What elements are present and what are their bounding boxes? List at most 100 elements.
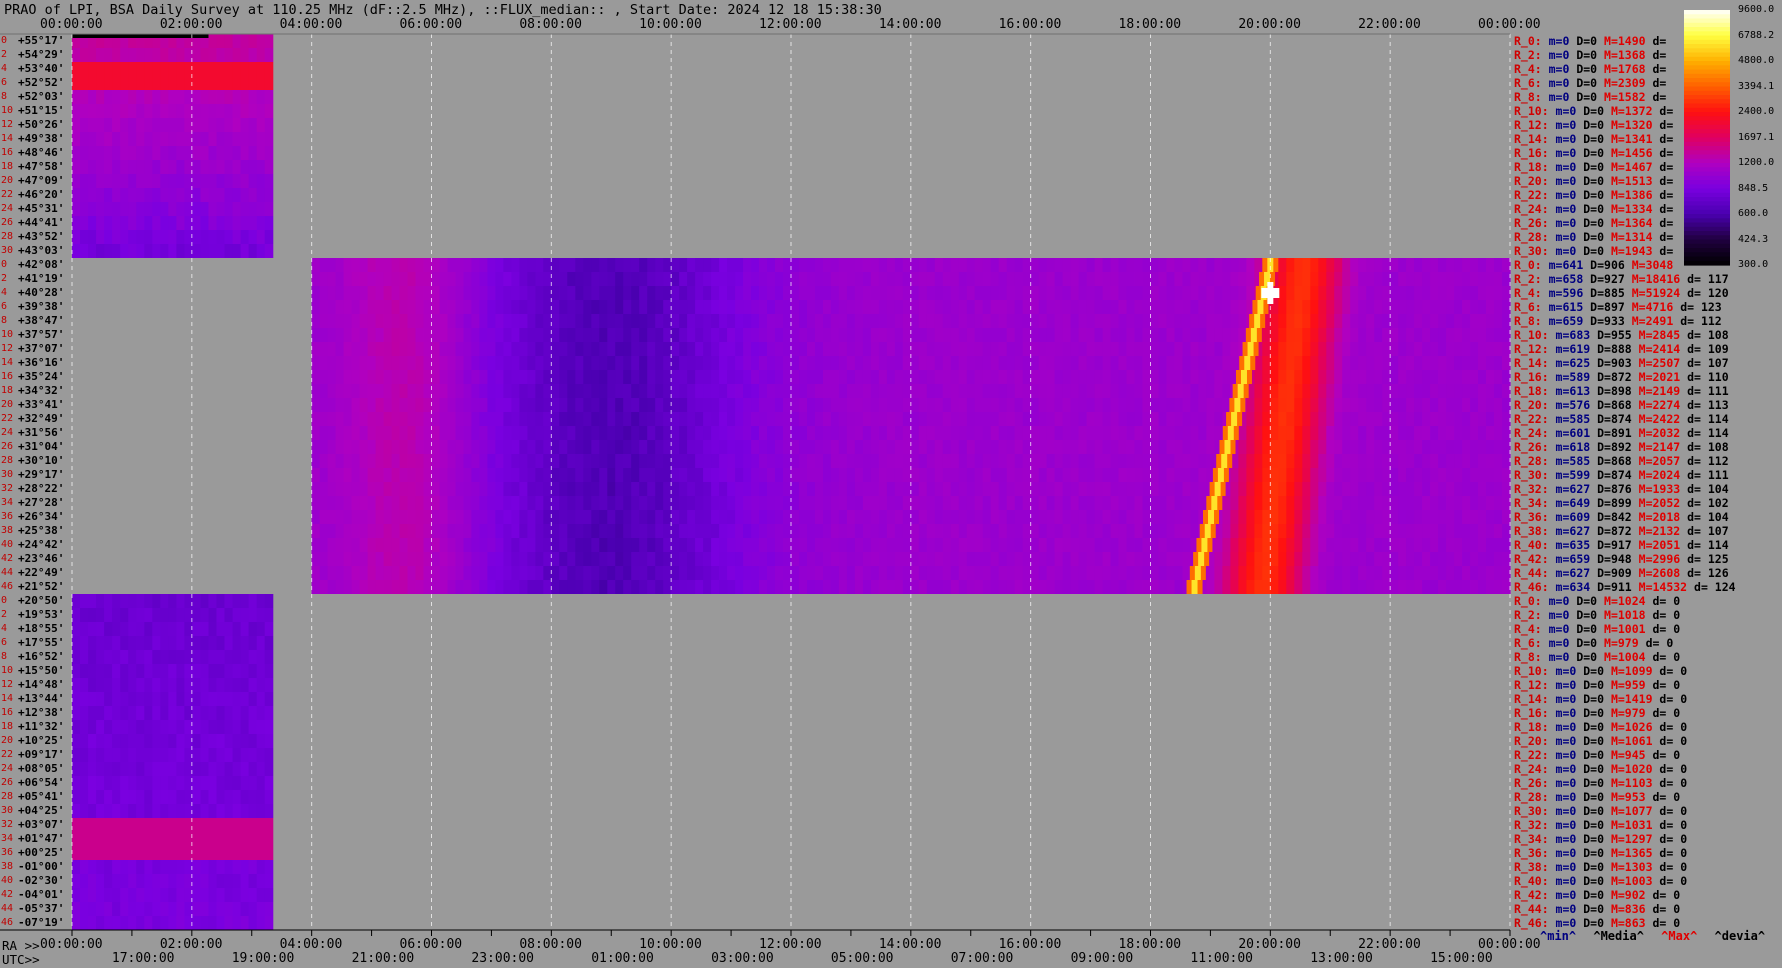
heatmap-cell xyxy=(815,370,824,384)
heatmap-cell xyxy=(615,258,624,272)
heatmap-cell xyxy=(168,76,177,90)
heatmap-cell xyxy=(216,132,226,146)
row-index-label: 4 xyxy=(1,63,8,74)
heatmap-cell xyxy=(958,328,968,342)
heatmap-cell xyxy=(1462,384,1471,398)
heatmap-cell xyxy=(559,440,568,454)
heatmap-cell xyxy=(168,818,177,832)
heatmap-cell xyxy=(1382,496,1391,510)
heatmap-cell xyxy=(120,776,129,790)
transit-core xyxy=(1240,370,1247,384)
heatmap-cell xyxy=(120,804,129,818)
heatmap-cell xyxy=(1278,328,1287,342)
heatmap-cell xyxy=(415,370,425,384)
heatmap-cell xyxy=(224,748,234,762)
heatmap-cell xyxy=(743,510,752,524)
heatmap-cell xyxy=(343,286,353,300)
heatmap-cell xyxy=(711,258,720,272)
heatmap-cell xyxy=(455,482,465,496)
heatmap-cell xyxy=(1446,412,1455,426)
heatmap-cell xyxy=(934,300,944,314)
heatmap-cell xyxy=(1318,314,1327,328)
heatmap-cell xyxy=(1382,272,1391,286)
heatmap-cell xyxy=(966,328,976,342)
stat-row-key: R_14: xyxy=(1514,132,1549,146)
heatmap-cell xyxy=(359,426,369,440)
heatmap-cell xyxy=(144,244,153,258)
heatmap-cell xyxy=(1390,356,1399,370)
heatmap-cell xyxy=(767,258,776,272)
heatmap-cell xyxy=(926,258,936,272)
heatmap-cell xyxy=(1158,286,1168,300)
heatmap-cell xyxy=(535,510,544,524)
heatmap-cell xyxy=(1134,258,1144,272)
heatmap-cell xyxy=(870,538,880,552)
heatmap-cell xyxy=(136,790,145,804)
heatmap-cell xyxy=(439,538,449,552)
heatmap-cell xyxy=(846,356,856,370)
heatmap-cell xyxy=(455,258,465,272)
heatmap-cell xyxy=(232,678,242,692)
heatmap-cell xyxy=(767,496,776,510)
heatmap-cell xyxy=(1038,440,1048,454)
heatmap-cell xyxy=(1382,300,1391,314)
bottom-utc-tick-label: 09:00:00 xyxy=(1070,951,1134,966)
heatmap-cell xyxy=(1494,300,1503,314)
heatmap-cell xyxy=(1110,384,1120,398)
heatmap-cell xyxy=(751,384,760,398)
heatmap-cell xyxy=(1038,580,1048,594)
heatmap-cell xyxy=(1438,384,1447,398)
heatmap-cell xyxy=(120,202,129,216)
heatmap-cell xyxy=(112,622,121,636)
heatmap-cell xyxy=(1150,426,1160,440)
heatmap-cell xyxy=(878,538,888,552)
heatmap-cell xyxy=(144,832,153,846)
heatmap-cell xyxy=(934,580,944,594)
heatmap-cell xyxy=(136,146,145,160)
heatmap-cell xyxy=(503,384,512,398)
heatmap-cell xyxy=(687,370,696,384)
heatmap-cell xyxy=(671,286,680,300)
heatmap-cell xyxy=(1286,272,1295,286)
heatmap-cell xyxy=(1046,412,1056,426)
heatmap-cell xyxy=(815,342,824,356)
heatmap-cell xyxy=(1110,426,1120,440)
heatmap-cell xyxy=(791,496,800,510)
heatmap-cell xyxy=(639,286,648,300)
heatmap-cell xyxy=(711,314,720,328)
heatmap-cell xyxy=(1502,258,1511,272)
heatmap-cell xyxy=(902,272,912,286)
heatmap-cell xyxy=(575,356,584,370)
heatmap-cell xyxy=(519,258,528,272)
heatmap-cell xyxy=(551,412,560,426)
heatmap-cell xyxy=(599,412,608,426)
heatmap-cell xyxy=(958,426,968,440)
transit-core xyxy=(1194,566,1201,580)
heatmap-cell xyxy=(200,216,210,230)
heatmap-cell xyxy=(1438,342,1447,356)
heatmap-cell xyxy=(1326,552,1335,566)
heatmap-cell xyxy=(232,48,242,62)
heatmap-cell xyxy=(1150,356,1160,370)
heatmap-cell xyxy=(1374,412,1383,426)
heatmap-cell xyxy=(735,342,744,356)
heatmap-cell xyxy=(1486,454,1495,468)
row-index-label: 44 xyxy=(1,567,14,578)
heatmap-cell xyxy=(1374,286,1383,300)
heatmap-cell xyxy=(950,258,960,272)
heatmap-cell xyxy=(775,524,784,538)
heatmap-cell xyxy=(607,258,616,272)
heatmap-cell xyxy=(687,496,696,510)
heatmap-cell xyxy=(391,300,401,314)
heatmap-cell xyxy=(878,412,888,426)
heatmap-cell xyxy=(791,328,800,342)
heatmap-cell xyxy=(431,580,441,594)
heatmap-cell xyxy=(1094,552,1104,566)
heatmap-cell xyxy=(144,146,153,160)
heatmap-cell xyxy=(88,188,97,202)
colorbar-step xyxy=(1684,69,1730,75)
heatmap-cell xyxy=(1110,538,1120,552)
heatmap-cell xyxy=(1214,286,1223,300)
heatmap-cell xyxy=(375,468,385,482)
heatmap-cell xyxy=(1350,468,1359,482)
